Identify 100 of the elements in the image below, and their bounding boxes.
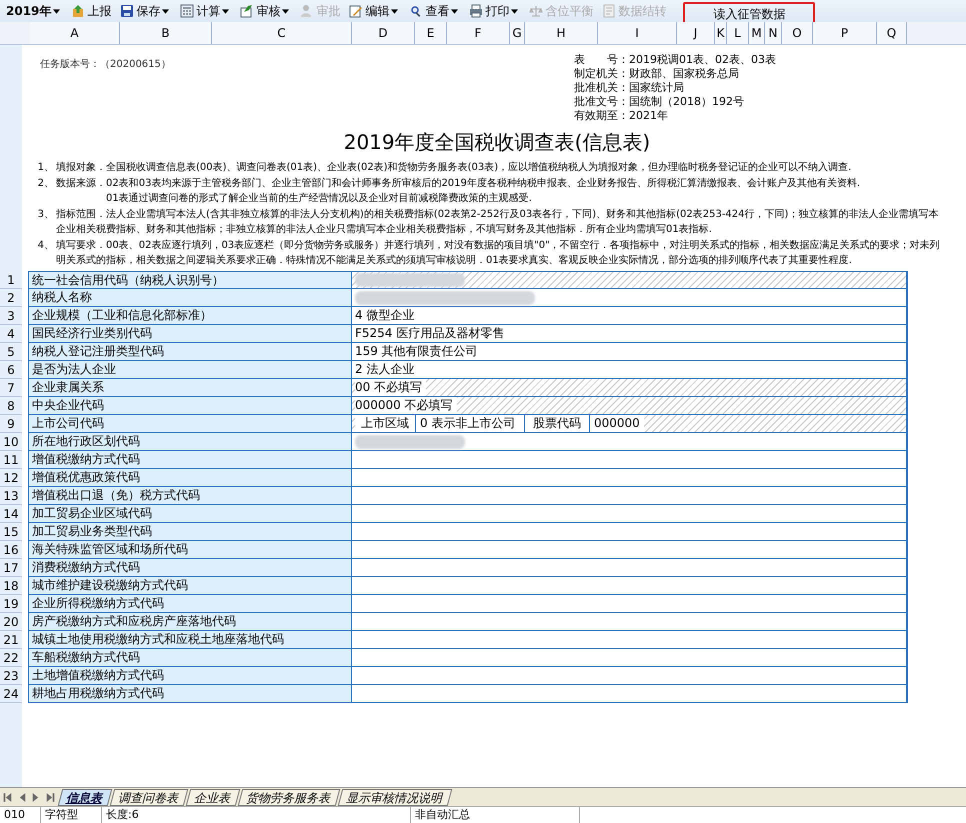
cell-value: 00 不必填写	[355, 379, 426, 396]
note-number: 3、	[36, 208, 54, 222]
toolbar-button[interactable]: 计算	[176, 1, 236, 21]
value-cell[interactable]: 4 微型企业	[352, 307, 908, 325]
note-text: 01表通过调查问卷的形式了解企业当前的生产经营情况以及企业对目前减税降费政策的主观感受.	[105, 192, 533, 206]
field-label: 企业所得税缴纳方式代码	[28, 595, 352, 613]
column-header[interactable]: E	[415, 22, 447, 44]
field-label: 增值税出口退（免）税方式代码	[28, 487, 352, 505]
field-label: 车船税缴纳方式代码	[28, 649, 352, 667]
column-header[interactable]: H	[525, 22, 598, 44]
note-text: 填写要求．00表、02表应逐行填列，03表应逐栏（即分货物劳务或服务）并逐行填列，对没有数据的项目填"0"，不留空行．各项指标中，对注明关系式的指标，相关数据应满足关系式的要求；对未列明关系式的指标，相关数据之间逻辑关系要求正确．特殊情况不能满足关系式的须填写审核说明．01表要求真实、客观反映企业实际情况，部分选项的排列顺序代表了其重要性程度.	[56, 238, 941, 268]
nav-arrow-icon[interactable]	[44, 790, 56, 804]
caret-icon	[222, 8, 230, 14]
print-icon	[469, 4, 484, 18]
value-cell[interactable]	[352, 289, 908, 307]
value-cell[interactable]	[352, 505, 908, 523]
listing-subcell: 000000	[590, 415, 644, 432]
column-header[interactable]: B	[120, 22, 212, 44]
calc-icon	[180, 4, 194, 18]
value-cell[interactable]	[352, 559, 908, 577]
toolbar-button[interactable]: 查看	[405, 1, 464, 21]
value-cell[interactable]	[352, 271, 908, 289]
caret-icon	[162, 8, 170, 14]
toolbar-button[interactable]: 2019年	[2, 1, 66, 21]
edit-icon	[349, 4, 364, 18]
field-label: 加工贸易业务类型代码	[28, 523, 352, 541]
version-text: 任务版本号：（20200615）	[40, 58, 171, 72]
field-label: 土地增值税缴纳方式代码	[28, 667, 352, 685]
field-label: 纳税人登记注册类型代码	[28, 343, 352, 361]
status-field: 010	[0, 807, 41, 823]
value-cell[interactable]	[352, 487, 908, 505]
column-header[interactable]: K	[715, 22, 727, 44]
value-cell[interactable]: 上市区域 0 表示非上市公司 股票代码 000000	[352, 415, 908, 433]
status-field: 非自动汇总	[411, 807, 580, 823]
value-cell[interactable]	[352, 541, 908, 559]
toolbar-button[interactable]: 编辑	[345, 1, 404, 21]
meta-label: 制定机关：	[574, 67, 629, 80]
value-cell[interactable]	[352, 469, 908, 487]
note-text: 数据来源．02表和03表均来源于主管税务部门、企业主管部门和会计师事务所审核后的2019年度各税种纳税申报表、企业财务报告、所得税汇算清缴报表、会计账户及其他有关资料.	[56, 176, 862, 191]
note-number: 1、	[36, 161, 54, 175]
nav-arrow-icon[interactable]	[2, 790, 14, 804]
field-label: 企业隶属关系	[28, 379, 352, 397]
column-header[interactable]: O	[782, 22, 813, 44]
check-icon	[240, 4, 254, 18]
field-label: 城市维护建设税缴纳方式代码	[28, 577, 352, 595]
meta-label: 批准文号：	[574, 95, 629, 108]
column-header[interactable]: J	[677, 22, 715, 44]
toolbar-button[interactable]: 上报	[67, 1, 116, 21]
value-cell[interactable]	[352, 631, 908, 649]
column-header[interactable]: I	[598, 22, 677, 44]
value-cell[interactable]: 159 其他有限责任公司	[352, 343, 908, 361]
column-header[interactable]: Q	[877, 22, 907, 44]
toolbar-button[interactable]: 保存	[116, 1, 176, 21]
toolbar-button[interactable]: 审核	[236, 1, 296, 21]
field-label: 房产税缴纳方式和应税房产座落地代码	[28, 613, 352, 631]
column-header[interactable]: C	[212, 22, 352, 44]
field-label: 增值税优惠政策代码	[28, 469, 352, 487]
column-header[interactable]: G	[510, 22, 525, 44]
listing-subcell: 0 表示非上市公司	[416, 415, 525, 432]
column-header[interactable]: P	[813, 22, 877, 44]
scale-icon	[529, 4, 544, 18]
value-cell[interactable]: 2 法人企业	[352, 361, 908, 379]
value-cell[interactable]	[352, 577, 908, 595]
caret-icon	[391, 8, 398, 14]
caret-icon	[282, 8, 290, 14]
doc-icon	[602, 4, 616, 18]
caret-icon	[451, 8, 458, 14]
value-cell[interactable]: F5254 医疗用品及器材零售	[352, 325, 908, 343]
column-header[interactable]: F	[447, 22, 510, 44]
value-cell[interactable]	[352, 685, 908, 703]
value-cell[interactable]: 000000 不必填写	[352, 397, 908, 415]
status-field: 长度:6	[102, 807, 411, 823]
meta-label: 表 号：	[574, 53, 629, 66]
view-icon	[409, 4, 424, 18]
sheet-tab[interactable]: 企业表	[186, 788, 240, 806]
sheet-tab[interactable]: 信息表	[58, 788, 112, 806]
sheet-tab[interactable]: 调查问卷表	[110, 788, 188, 806]
field-label: 海关特殊监管区域和场所代码	[28, 541, 352, 559]
sheet-tab[interactable]: 货物劳务服务表	[238, 788, 340, 806]
column-header[interactable]: L	[727, 22, 749, 44]
field-label: 上市公司代码	[28, 415, 352, 433]
value-cell[interactable]	[352, 451, 908, 469]
value-cell[interactable]	[352, 613, 908, 631]
meta-value: 国家统计局	[629, 81, 684, 94]
value-cell[interactable]	[352, 649, 908, 667]
value-cell[interactable]	[352, 523, 908, 541]
column-header[interactable]: D	[352, 22, 415, 44]
meta-value: 财政部、国家税务总局	[629, 67, 739, 80]
toolbar-button[interactable]: 打印	[465, 1, 524, 21]
sheet-tab[interactable]: 显示审核情况说明	[338, 788, 452, 806]
note-text: 填报对象．全国税收调查信息表(00表)、调查问卷表(01表)、企业表(02表)和货物劳务服务表(03表)，应以增值税纳税人为填报对象，但办理临时税务登记证的企业可以不纳入调查.	[56, 160, 852, 175]
field-label: 加工贸易企业区域代码	[28, 505, 352, 523]
value-cell[interactable]	[352, 667, 908, 685]
value-cell[interactable]	[352, 595, 908, 613]
value-cell[interactable]: 00 不必填写	[352, 379, 908, 397]
value-cell[interactable]	[352, 433, 908, 451]
column-header[interactable]: N	[765, 22, 782, 44]
meta-label: 有效期至：	[574, 109, 629, 122]
column-header[interactable]: A	[30, 22, 120, 44]
column-header[interactable]: M	[749, 22, 765, 44]
